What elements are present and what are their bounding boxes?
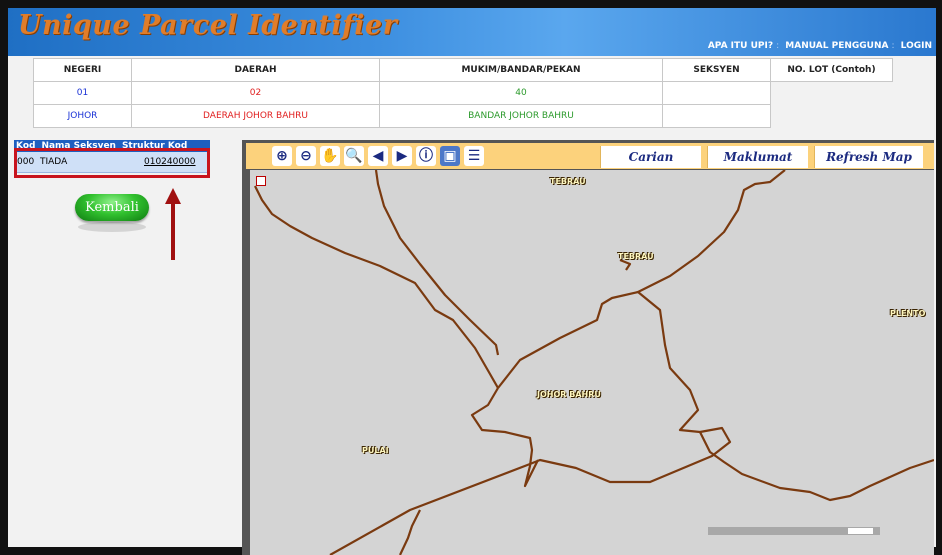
header-seksyen: SEKSYEN [662,58,771,82]
cell-seksyen-code [662,81,771,105]
legend-list-icon[interactable]: ☰ [464,146,484,166]
zoom-box-icon[interactable]: 🔍 [344,146,364,166]
zoom-previous-icon[interactable]: ◀ [368,146,388,166]
app-header: Unique Parcel Identifier APA ITU UPI?: M… [8,8,936,56]
cell-mukim-name: BANDAR JOHOR BAHRU [379,104,663,128]
cell-lot-name [770,104,893,128]
cell-negeri-code: 01 [33,81,132,105]
header-mukim: MUKIM/BANDAR/PEKAN [379,58,663,82]
map-layer-icon[interactable]: ▣ [440,146,460,166]
pan-hand-icon[interactable]: ✋ [320,146,340,166]
cell-mukim-code: 40 [379,81,663,105]
table-row: 01 02 40 [33,81,893,105]
map-label-johor-bahru: JOHOR BAHRU [537,390,601,399]
highlight-box [14,148,210,178]
maklumat-button[interactable]: Maklumat [707,146,808,168]
cell-daerah-code: 02 [131,81,380,105]
kembali-button[interactable]: Kembali [75,194,149,221]
header-daerah: DAERAH [131,58,380,82]
map-canvas[interactable]: TEBRAU TEBRAU PLENTO JOHOR BAHRU PULAI [250,170,934,555]
map-scale-bar [708,527,880,535]
parcel-info-table: NEGERI DAERAH MUKIM/BANDAR/PEKAN SEKSYEN… [33,58,893,128]
table-row: JOHOR DAERAH JOHOR BAHRU BANDAR JOHOR BA… [33,104,893,128]
cell-lot-code [770,81,893,105]
zoom-next-icon[interactable]: ▶ [392,146,412,166]
zoom-in-icon[interactable]: ⊕ [272,146,292,166]
link-apa-itu-upi[interactable]: APA ITU UPI? [708,41,773,51]
map-label-tebrau-1: TEBRAU [550,177,586,186]
link-manual-pengguna[interactable]: MANUAL PENGGUNA [785,41,888,51]
map-corner-marker-icon [256,176,266,186]
cell-negeri-name: JOHOR [33,104,132,128]
road-lines [254,170,934,555]
header-negeri: NEGERI [33,58,132,82]
map-label-plento: PLENTO [890,309,926,318]
map-label-tebrau-2: TEBRAU [618,252,654,261]
refresh-map-button[interactable]: Refresh Map [814,146,923,168]
zoom-out-icon[interactable]: ⊖ [296,146,316,166]
link-login[interactable]: LOGIN [901,41,932,51]
cell-seksyen-name [662,104,771,128]
header-no-lot: NO. LOT (Contoh) [770,58,893,82]
carian-button[interactable]: Carian [600,146,701,168]
cell-daerah-name: DAERAH JOHOR BAHRU [131,104,380,128]
annotation-arrow-shaft [171,202,175,260]
kembali-button-shadow [78,222,146,232]
info-icon[interactable]: ⓘ [416,146,436,166]
top-links: APA ITU UPI?: MANUAL PENGGUNA: LOGIN [707,41,932,51]
table-row: NEGERI DAERAH MUKIM/BANDAR/PEKAN SEKSYEN… [33,58,893,82]
map-label-pulai: PULAI [362,446,389,455]
app-title: Unique Parcel Identifier [18,10,398,41]
